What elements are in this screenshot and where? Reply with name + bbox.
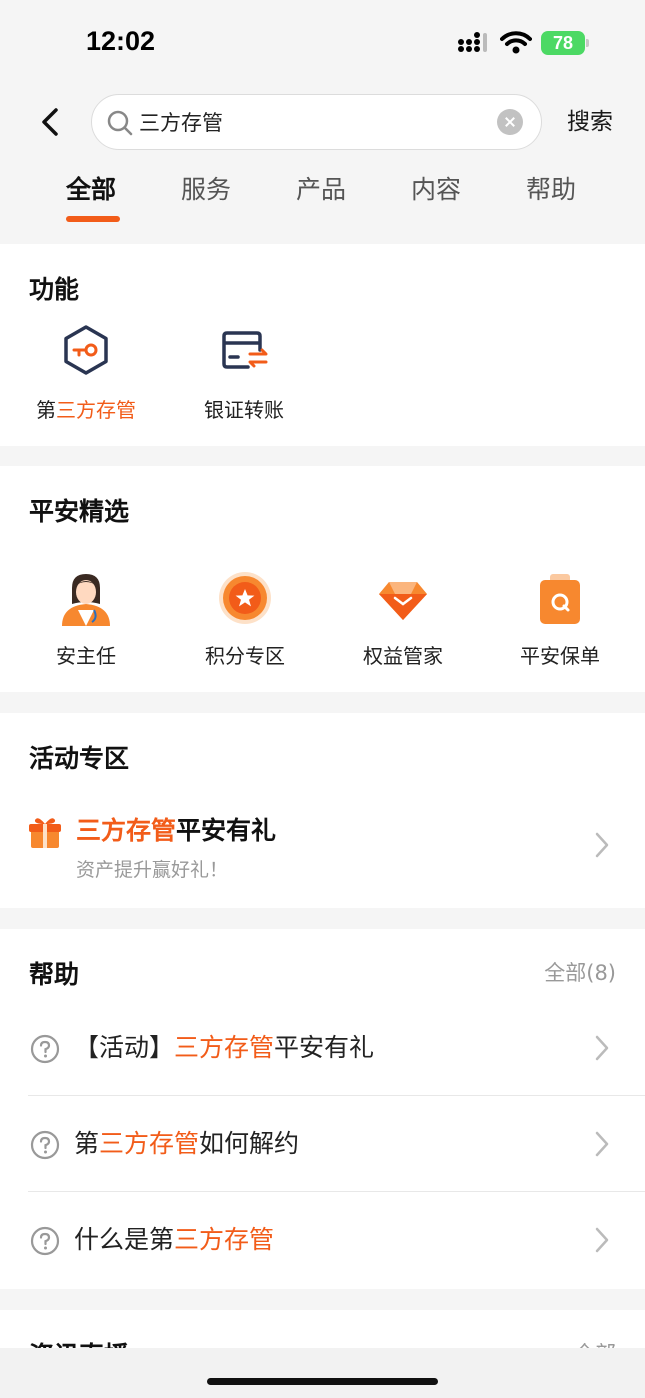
wifi-icon (500, 31, 532, 54)
status-bar: 12:02 78 (0, 0, 645, 88)
tab-services[interactable]: 服务 (181, 170, 231, 206)
search-row: 三方存管 搜索 (0, 94, 645, 150)
search-icon (107, 110, 133, 136)
question-circle-icon (30, 1130, 60, 1160)
help-item-suffix: 如何解约 (199, 1129, 300, 1158)
activity-title-highlight: 三方存管 (76, 816, 177, 845)
selection-item-points[interactable]: 积分专区 (185, 570, 305, 669)
help-item-prefix: 什么是第 (74, 1225, 175, 1254)
help-item-highlight: 三方存管 (174, 1033, 275, 1062)
help-item[interactable]: 第三方存管如何解约 (28, 1096, 645, 1192)
section-title-functions: 功能 (29, 275, 80, 304)
tab-products[interactable]: 产品 (296, 170, 346, 206)
doctor-avatar-icon (62, 574, 110, 626)
hexagon-key-icon (64, 325, 108, 375)
function-third-party-custody[interactable]: 第三方存管 (21, 324, 151, 423)
selection-label: 权益管家 (363, 644, 443, 668)
chevron-right-icon (595, 1227, 609, 1253)
news-section: 资讯直播 全部 (0, 1310, 645, 1350)
help-item-highlight: 三方存管 (99, 1129, 200, 1158)
chevron-right-icon (595, 1035, 609, 1061)
function-label-highlight: 三方存管 (56, 398, 136, 422)
help-item-prefix: 第 (74, 1129, 100, 1158)
question-circle-icon (30, 1226, 60, 1256)
policy-bag-icon (540, 574, 580, 624)
battery-icon: 78 (541, 31, 589, 55)
status-time: 12:02 (86, 26, 156, 56)
section-title-help: 帮助 (29, 960, 80, 989)
selection-label: 积分专区 (205, 644, 285, 668)
active-tab-indicator (66, 216, 120, 222)
tab-content[interactable]: 内容 (411, 170, 461, 206)
activity-title-rest: 平安有礼 (176, 816, 277, 845)
selection-item-doctor[interactable]: 安主任 (26, 570, 146, 669)
diamond-icon (379, 582, 427, 620)
help-item[interactable]: 【活动】三方存管平安有礼 (28, 1000, 645, 1096)
help-item[interactable]: 什么是第三方存管 (28, 1192, 645, 1288)
selection-item-rights[interactable]: 权益管家 (343, 570, 463, 669)
tab-help[interactable]: 帮助 (526, 170, 576, 206)
help-item-highlight: 三方存管 (174, 1225, 275, 1254)
selection-section: 平安精选 安主任 积分专区 权益管家 平安保单 (0, 466, 645, 692)
activity-section: 活动专区 三方存管平安有礼 资产提升赢好礼！ (0, 713, 645, 908)
search-input[interactable]: 三方存管 (91, 94, 542, 150)
selection-item-policy[interactable]: 平安保单 (500, 570, 620, 669)
points-star-icon (219, 572, 271, 624)
functions-section: 功能 第三方存管 银证转账 (0, 244, 645, 446)
tab-all[interactable]: 全部 (66, 170, 116, 206)
search-query-text: 三方存管 (139, 111, 223, 135)
home-indicator[interactable] (207, 1378, 438, 1385)
back-arrow-icon[interactable] (30, 102, 70, 142)
battery-level: 78 (541, 31, 585, 55)
question-circle-icon (30, 1034, 60, 1064)
gift-icon (29, 818, 61, 848)
home-indicator-area (0, 1348, 645, 1398)
chevron-right-icon (595, 1131, 609, 1157)
search-button[interactable]: 搜索 (567, 94, 613, 150)
card-transfer-icon (222, 331, 268, 369)
section-title-activity: 活动专区 (29, 744, 130, 773)
selection-label: 平安保单 (520, 644, 600, 668)
function-bank-securities-transfer[interactable]: 银证转账 (179, 324, 309, 423)
selection-label: 安主任 (56, 644, 116, 668)
help-section: 帮助 全部(8) 【活动】三方存管平安有礼 第三方存管如何解约 什么是第三方存管 (0, 929, 645, 1289)
function-label-prefix: 第 (36, 398, 56, 422)
help-view-all-link[interactable]: 全部(8) (544, 957, 616, 987)
activity-item[interactable]: 三方存管平安有礼 资产提升赢好礼！ (28, 811, 618, 891)
section-title-selection: 平安精选 (29, 497, 130, 526)
help-item-prefix: 【活动】 (74, 1033, 175, 1062)
category-tabs: 全部 服务 产品 内容 帮助 (0, 170, 645, 230)
chevron-right-icon (595, 832, 609, 858)
activity-subtitle: 资产提升赢好礼！ (76, 859, 229, 881)
function-label: 银证转账 (204, 398, 284, 422)
cellular-signal-icon (458, 32, 487, 52)
clear-icon[interactable] (497, 109, 523, 135)
help-item-suffix: 平安有礼 (274, 1033, 375, 1062)
